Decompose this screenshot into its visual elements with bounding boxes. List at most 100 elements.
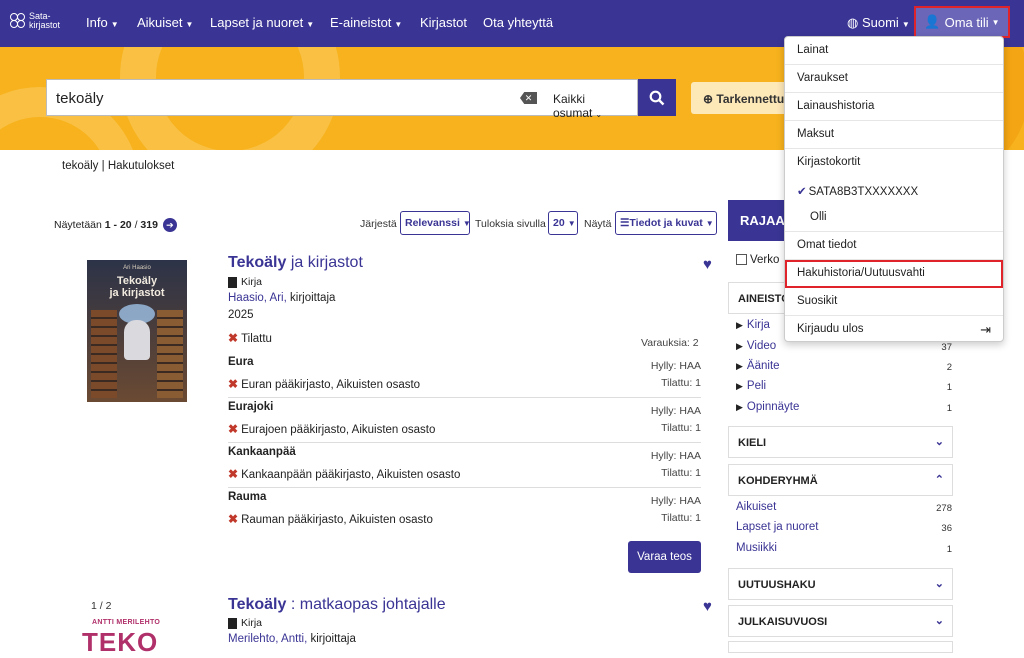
ordered-count: Tilattu: 1 <box>661 422 701 434</box>
result-title-rest: : matkaopas johtajalle <box>290 596 446 613</box>
cover-illustration <box>157 310 183 398</box>
next-page-icon[interactable]: ➔ <box>162 218 177 232</box>
cover-title: Tekoäly ja kirjastot <box>87 275 187 299</box>
unavailable-icon: ✖ <box>228 467 239 481</box>
nav-item-label: Ota yhteyttä <box>483 15 554 30</box>
account-label: Oma tili <box>944 14 989 30</box>
online-checkbox[interactable]: Verko <box>736 254 779 266</box>
format-line: Kirja <box>228 276 262 288</box>
cover-pager: 1 / 2 <box>91 600 112 612</box>
facet-label: JULKAISUVUOSI <box>738 616 828 628</box>
triangle-right-icon: ▶ <box>736 402 743 412</box>
holds-count: Varauksia: 2 <box>641 337 699 349</box>
search-scope-select[interactable]: Kaikki osumat ⌄ <box>553 92 637 120</box>
book-cover-image[interactable]: ANTTI MERILEHTO TEKO <box>82 617 194 657</box>
logo-icon <box>10 13 26 29</box>
cover-title-line1: Tekoäly <box>116 275 158 287</box>
menu-item-fees[interactable]: Maksut <box>785 121 1003 149</box>
favorite-heart-icon[interactable]: ♥ <box>703 598 712 615</box>
facet-item-aanite[interactable]: ▶ Äänite 2 <box>736 360 952 373</box>
view-value: Tiedot ja kuvat <box>629 217 703 229</box>
location-text: Rauman pääkirjasto, Aikuisten osasto <box>241 514 433 526</box>
results-range: 1 - 20 <box>104 218 132 231</box>
card-id-label: SATA8B3TXXXXXXX <box>808 186 919 198</box>
chevron-down-icon: ⌄ <box>934 615 944 627</box>
favorite-heart-icon[interactable]: ♥ <box>703 256 712 273</box>
clear-icon[interactable]: ✕ <box>520 92 537 104</box>
facet-item-lapset-ja-nuoret[interactable]: Lapset ja nuoret 36 <box>736 521 952 534</box>
facet-item-aikuiset[interactable]: Aikuiset 278 <box>736 501 952 514</box>
menu-item-library-cards[interactable]: Kirjastokortit <box>785 149 1003 177</box>
facet-count: 36 <box>941 523 952 534</box>
sort-value: Relevanssi <box>405 217 460 229</box>
facet-item-label: Aikuiset <box>736 501 777 513</box>
facet-item-peli[interactable]: ▶ Peli 1 <box>736 380 952 393</box>
nav-item-label: Info <box>86 15 108 30</box>
sort-label: Järjestä <box>360 218 397 230</box>
facet-count: 2 <box>946 362 952 373</box>
menu-item-search-history[interactable]: Hakuhistoria/Uutuusvahti <box>785 260 1003 288</box>
nav-item-label: Aikuiset <box>137 15 183 30</box>
search-scope-label: Kaikki osumat <box>553 92 593 120</box>
search-input[interactable]: tekoäly ✕ Kaikki osumat ⌄ <box>46 79 638 120</box>
facet-uutuushaku[interactable]: UUTUUSHAKU ⌄ <box>728 568 953 600</box>
facet-label: KIELI <box>738 437 767 449</box>
facet-kohderyhma[interactable]: KOHDERYHMÄ ⌃ <box>728 464 953 496</box>
checkmark-icon: ✔ <box>797 186 807 198</box>
menu-item-logout[interactable]: Kirjaudu ulos ⇥ <box>785 316 1003 344</box>
menu-item-profile[interactable]: Omat tiedot <box>785 232 1003 260</box>
menu-item-loan-history[interactable]: Lainaushistoria <box>785 93 1003 121</box>
location: ✖ Euran pääkirjasto, Aikuisten osasto <box>228 377 420 391</box>
facet-more[interactable] <box>728 641 953 653</box>
menu-item-holds[interactable]: Varaukset <box>785 65 1003 93</box>
results-count: Näytetään 1 - 20 / 319 ➔ <box>54 218 177 232</box>
checkbox-icon[interactable] <box>736 254 747 266</box>
advanced-search-button[interactable]: ⊕ Tarkennettu <box>691 82 791 114</box>
format-label: Kirja <box>241 617 263 629</box>
unavailable-icon: ✖ <box>228 331 239 345</box>
municipality: Kankaanpää <box>228 446 296 458</box>
menu-item-favorites[interactable]: Suosikit <box>785 288 1003 316</box>
result-title-link[interactable]: Tekoäly : matkaopas johtajalle <box>228 596 446 614</box>
book-cover-image[interactable]: Ari Haasio Tekoäly ja kirjastot <box>87 260 187 402</box>
sort-select[interactable]: Relevanssi ▼ <box>400 211 471 235</box>
publication-year: 2025 <box>228 309 254 321</box>
facet-item-opinnayte[interactable]: ▶ Opinnäyte 1 <box>736 401 952 414</box>
view-select[interactable]: ☰Tiedot ja kuvat ▼ <box>615 211 717 235</box>
account-menu-button[interactable]: 👤 Oma tili ▼ <box>914 6 1010 38</box>
result-title-main: Tekoäly <box>228 596 287 613</box>
author-link[interactable]: Merilehto, Antti, <box>228 633 307 645</box>
municipality: Rauma <box>228 491 267 503</box>
nav-item-info[interactable]: Info ▼ <box>86 15 119 30</box>
facet-julkaisuvuosi[interactable]: JULKAISUVUOSI ⌄ <box>728 605 953 637</box>
cover-illustration <box>124 320 150 360</box>
search-button[interactable] <box>638 79 676 116</box>
logo-text-line2: kirjastot <box>29 20 61 30</box>
menu-item-card-name[interactable]: Olli <box>785 204 1003 232</box>
language-selector[interactable]: ◍ Suomi ▼ <box>847 15 910 31</box>
book-icon <box>228 276 237 288</box>
chevron-down-icon: ▼ <box>705 219 714 228</box>
municipality: Eura <box>228 356 254 368</box>
nav-item-kirjastot[interactable]: Kirjastot <box>420 15 467 30</box>
refine-heading: RAJAA <box>728 200 785 241</box>
author-link[interactable]: Haasio, Ari, <box>228 292 287 304</box>
nav-item-ota-yhteytta[interactable]: Ota yhteyttä <box>483 15 553 30</box>
nav-item-lapset-ja-nuoret[interactable]: Lapset ja nuoret ▼ <box>210 15 314 30</box>
author-line: Merilehto, Antti, kirjoittaja <box>228 633 356 645</box>
menu-item-loans[interactable]: Lainat <box>785 37 1003 65</box>
online-checkbox-label: Verko <box>750 254 780 266</box>
chevron-down-icon: ▼ <box>306 20 315 29</box>
nav-item-e-aineistot[interactable]: E-aineistot ▼ <box>330 15 402 30</box>
facet-kieli[interactable]: KIELI ⌄ <box>728 426 953 458</box>
location-text: Eurajoen pääkirjasto, Aikuisten osasto <box>241 424 436 436</box>
result-title-link[interactable]: Tekoäly ja kirjastot <box>228 254 363 272</box>
reserve-button[interactable]: Varaa teos <box>628 541 701 573</box>
site-logo[interactable]: Sata- kirjastot <box>10 12 60 30</box>
nav-item-aikuiset[interactable]: Aikuiset ▼ <box>137 15 193 30</box>
facet-item-musiikki[interactable]: Musiikki 1 <box>736 542 952 555</box>
availability-row: Rauma ✖ Rauman pääkirjasto, Aikuisten osa… <box>228 488 701 533</box>
per-page-select[interactable]: 20 ▼ <box>548 211 578 235</box>
ordered-count: Tilattu: 1 <box>661 467 701 479</box>
menu-item-card-id[interactable]: ✔ SATA8B3TXXXXXXX <box>785 177 1003 205</box>
